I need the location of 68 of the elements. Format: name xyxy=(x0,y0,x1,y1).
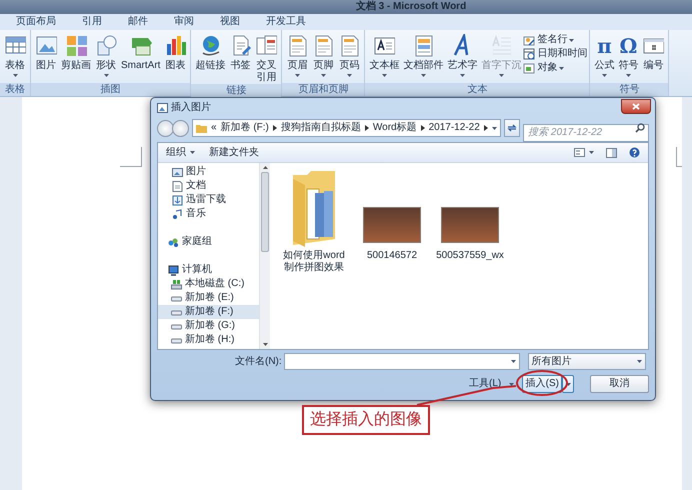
file-type-dropdown[interactable]: 所有图片 xyxy=(528,353,646,370)
ribbon-tab[interactable]: 引用 xyxy=(80,17,104,27)
nav-item[interactable]: 新加卷 (F:) xyxy=(158,305,259,319)
ribbon-small-button[interactable]: 签名行 xyxy=(523,34,588,46)
search-field[interactable]: 搜索 2017-12-22 xyxy=(523,124,649,142)
breadcrumb[interactable]: 搜狗指南自拟标题 xyxy=(280,123,361,133)
group-label: 插图 xyxy=(31,83,190,96)
ribbon-button[interactable]: 图表 xyxy=(162,34,188,72)
dialog-title: 插入图片 xyxy=(171,102,211,112)
nav-item[interactable]: 本地磁盘 (C:) xyxy=(158,277,259,291)
nav-item[interactable]: 新加卷 (E:) xyxy=(158,291,259,305)
group-label: 页眉和页脚 xyxy=(282,83,364,96)
ribbon-tab[interactable]: 审阅 xyxy=(172,17,196,27)
nav-item[interactable]: 迅雷下载 xyxy=(158,193,259,207)
ribbon-button[interactable]: 形状 xyxy=(93,34,119,77)
symbol-glyph-icon: Ω xyxy=(620,34,638,58)
ribbon-button[interactable]: 文档部件 xyxy=(401,34,446,77)
cancel-button[interactable]: 取消 xyxy=(590,375,649,393)
ribbon-button[interactable]: π 公式 xyxy=(592,34,616,77)
ribbon-button[interactable]: 页码 xyxy=(336,34,362,77)
ribbon-tab[interactable]: 邮件 xyxy=(126,17,150,27)
nav-item[interactable]: 图片 xyxy=(158,165,259,179)
group-label: 文本 xyxy=(365,83,590,96)
file-name: 如何使用word制作拼图效果 xyxy=(282,250,346,274)
ribbon-button[interactable]: 编号 xyxy=(640,34,666,72)
group-label: 符号 xyxy=(590,83,668,96)
ribbon-button[interactable]: 表格 xyxy=(2,34,28,77)
ribbon-button[interactable]: 超链接 xyxy=(193,34,228,72)
ribbon-tab[interactable]: 视图 xyxy=(218,17,242,27)
ribbon-button[interactable]: 剪贴画 xyxy=(59,34,93,72)
ribbon-button[interactable]: 图片 xyxy=(33,34,59,72)
file-item[interactable]: 500146572 xyxy=(358,169,426,262)
ribbon-small-button[interactable]: 日期和时间 xyxy=(523,48,588,60)
annotation-callout: 选择插入的图像 xyxy=(302,405,430,435)
nav-item[interactable]: 新加卷 (G:) xyxy=(158,319,259,333)
address-bar[interactable]: « 新加卷 (F:) 搜狗指南自拟标题 Word标题 2017-12-22 xyxy=(192,119,501,137)
nav-item[interactable]: 文档 xyxy=(158,179,259,193)
nav-item[interactable]: 音乐 xyxy=(158,207,259,221)
nav-item[interactable]: 计算机 xyxy=(158,263,259,277)
ribbon-button[interactable]: 页脚 xyxy=(310,34,336,77)
field-label: 文件名(N): xyxy=(235,356,282,366)
ribbon-button[interactable]: 交叉 引用 xyxy=(253,34,280,84)
ribbon-small-button[interactable]: 对象 xyxy=(523,62,588,74)
breadcrumb[interactable]: Word标题 xyxy=(372,123,417,133)
nav-item[interactable]: 新加卷 (H:) xyxy=(158,333,259,347)
ribbon-button[interactable]: 书签 xyxy=(227,34,254,72)
file-name: 500146572 xyxy=(366,250,418,262)
window-title: 文档 3 - Microsoft Word xyxy=(356,2,466,12)
group-label: 表格 xyxy=(0,83,30,96)
breadcrumb[interactable]: 新加卷 (F:) xyxy=(220,123,269,133)
ribbon-button[interactable]: 艺术字 xyxy=(445,34,480,77)
file-name: 500537559_wx xyxy=(436,250,504,262)
insert-button[interactable]: 插入(S) xyxy=(522,375,562,393)
nav-item[interactable]: 家庭组 xyxy=(158,235,259,249)
symbol-glyph-icon: π xyxy=(597,34,612,58)
breadcrumb[interactable]: 2017-12-22 xyxy=(428,123,480,133)
ribbon-button[interactable]: SmartArt xyxy=(119,34,162,72)
file-item[interactable]: 500537559_wx xyxy=(436,169,504,262)
ribbon-tab[interactable]: 页面布局 xyxy=(14,17,58,27)
ribbon-button[interactable]: Ω 符号 xyxy=(616,34,640,77)
toolbar-button[interactable]: 组织 xyxy=(166,148,195,158)
ribbon-button[interactable]: 文本框 xyxy=(367,34,402,77)
file-item[interactable]: 如何使用word制作拼图效果 xyxy=(280,169,348,274)
overflow-chevron[interactable]: « xyxy=(211,123,217,133)
group-label: 链接 xyxy=(191,84,282,97)
toolbar-button[interactable]: 新建文件夹 xyxy=(209,148,259,158)
ribbon-tab[interactable]: 开发工具 xyxy=(264,17,308,27)
ribbon-button[interactable]: 页眉 xyxy=(284,34,310,77)
